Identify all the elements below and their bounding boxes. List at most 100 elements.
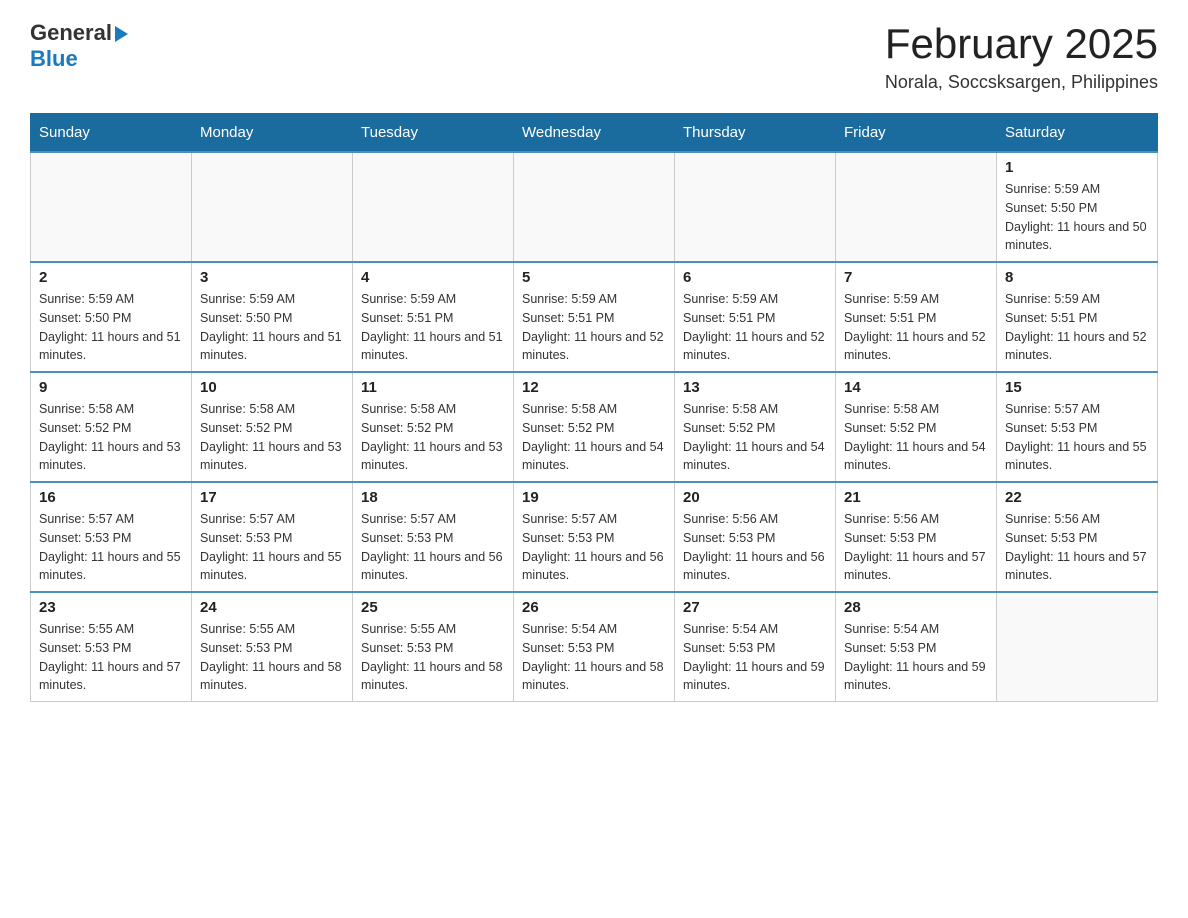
day-info: Sunrise: 5:56 AM Sunset: 5:53 PM Dayligh… bbox=[1005, 510, 1149, 585]
calendar-cell: 25Sunrise: 5:55 AM Sunset: 5:53 PM Dayli… bbox=[353, 592, 514, 702]
calendar-cell: 23 Sunrise: 5:55 AM Sunset: 5:53 PM Dayli… bbox=[31, 592, 192, 702]
day-info: Sunrise: 5:58 AM Sunset: 5:52 PM Dayligh… bbox=[844, 400, 988, 475]
calendar-cell: 6 Sunrise: 5:59 AM Sunset: 5:51 PM Daylig… bbox=[675, 262, 836, 372]
day-info: Sunrise: 5:59 AM Sunset: 5:51 PM Dayligh… bbox=[361, 290, 505, 365]
day-info: Sunrise: 5:58 AM Sunset: 5:52 PM Dayligh… bbox=[683, 400, 827, 475]
calendar-cell: 24 Sunrise: 5:55 AM Sunset: 5:53 PM Dayli… bbox=[192, 592, 353, 702]
calendar-cell: 7 Sunrise: 5:59 AM Sunset: 5:51 PM Daylig… bbox=[836, 262, 997, 372]
day-number: 19 bbox=[522, 489, 666, 506]
calendar-cell: 12 Sunrise: 5:58 AM Sunset: 5:52 PM Dayli… bbox=[514, 372, 675, 482]
day-info: Sunrise: 5:59 AM Sunset: 5:51 PM Dayligh… bbox=[844, 290, 988, 365]
day-number: 24 bbox=[200, 599, 344, 616]
day-number: 21 bbox=[844, 489, 988, 506]
day-info: Sunrise: 5:55 AM Sunset: 5:53 PM Dayligh… bbox=[200, 620, 344, 695]
calendar-cell: 28 Sunrise: 5:54 AM Sunset: 5:53 PM Dayli… bbox=[836, 592, 997, 702]
day-info: Sunrise: 5:58 AM Sunset: 5:52 PM Dayligh… bbox=[522, 400, 666, 475]
day-number: 3 bbox=[200, 269, 344, 286]
calendar-cell: 11 Sunrise: 5:58 AM Sunset: 5:52 PM Dayli… bbox=[353, 372, 514, 482]
day-number: 8 bbox=[1005, 269, 1149, 286]
day-number: 15 bbox=[1005, 379, 1149, 396]
day-info: Sunrise: 5:57 AM Sunset: 5:53 PM Dayligh… bbox=[522, 510, 666, 585]
day-info: Sunrise: 5:59 AM Sunset: 5:50 PM Dayligh… bbox=[200, 290, 344, 365]
calendar-cell: 4 Sunrise: 5:59 AM Sunset: 5:51 PM Daylig… bbox=[353, 262, 514, 372]
day-number: 9 bbox=[39, 379, 183, 396]
day-info: Sunrise: 5:54 AM Sunset: 5:53 PM Dayligh… bbox=[522, 620, 666, 695]
calendar-cell bbox=[353, 152, 514, 262]
day-number: 4 bbox=[361, 269, 505, 286]
days-header-row: SundayMondayTuesdayWednesdayThursdayFrid… bbox=[31, 114, 1158, 153]
day-number: 12 bbox=[522, 379, 666, 396]
calendar-table: SundayMondayTuesdayWednesdayThursdayFrid… bbox=[30, 113, 1158, 702]
logo: General Blue bbox=[30, 20, 128, 72]
calendar-cell: 13 Sunrise: 5:58 AM Sunset: 5:52 PM Dayli… bbox=[675, 372, 836, 482]
month-title: February 2025 bbox=[885, 20, 1158, 68]
calendar-cell: 20 Sunrise: 5:56 AM Sunset: 5:53 PM Dayli… bbox=[675, 482, 836, 592]
day-number: 5 bbox=[522, 269, 666, 286]
calendar-cell: 5Sunrise: 5:59 AM Sunset: 5:51 PM Daylig… bbox=[514, 262, 675, 372]
day-info: Sunrise: 5:58 AM Sunset: 5:52 PM Dayligh… bbox=[39, 400, 183, 475]
day-number: 11 bbox=[361, 379, 505, 396]
calendar-cell: 1Sunrise: 5:59 AM Sunset: 5:50 PM Daylig… bbox=[997, 152, 1158, 262]
day-info: Sunrise: 5:59 AM Sunset: 5:50 PM Dayligh… bbox=[39, 290, 183, 365]
day-info: Sunrise: 5:58 AM Sunset: 5:52 PM Dayligh… bbox=[361, 400, 505, 475]
day-header-saturday: Saturday bbox=[997, 114, 1158, 153]
calendar-cell: 22 Sunrise: 5:56 AM Sunset: 5:53 PM Dayli… bbox=[997, 482, 1158, 592]
calendar-cell bbox=[997, 592, 1158, 702]
day-header-monday: Monday bbox=[192, 114, 353, 153]
day-info: Sunrise: 5:54 AM Sunset: 5:53 PM Dayligh… bbox=[683, 620, 827, 695]
day-info: Sunrise: 5:59 AM Sunset: 5:51 PM Dayligh… bbox=[1005, 290, 1149, 365]
logo-blue-text: Blue bbox=[30, 46, 78, 71]
day-info: Sunrise: 5:59 AM Sunset: 5:51 PM Dayligh… bbox=[683, 290, 827, 365]
day-number: 13 bbox=[683, 379, 827, 396]
day-number: 18 bbox=[361, 489, 505, 506]
day-number: 20 bbox=[683, 489, 827, 506]
day-number: 6 bbox=[683, 269, 827, 286]
day-number: 16 bbox=[39, 489, 183, 506]
page-header: General Blue February 2025 Norala, Soccs… bbox=[30, 20, 1158, 93]
day-number: 23 bbox=[39, 599, 183, 616]
location-title: Norala, Soccsksargen, Philippines bbox=[885, 72, 1158, 93]
day-info: Sunrise: 5:54 AM Sunset: 5:53 PM Dayligh… bbox=[844, 620, 988, 695]
day-info: Sunrise: 5:57 AM Sunset: 5:53 PM Dayligh… bbox=[1005, 400, 1149, 475]
calendar-cell: 9 Sunrise: 5:58 AM Sunset: 5:52 PM Daylig… bbox=[31, 372, 192, 482]
week-row-5: 23 Sunrise: 5:55 AM Sunset: 5:53 PM Dayli… bbox=[31, 592, 1158, 702]
day-number: 28 bbox=[844, 599, 988, 616]
calendar-cell: 8 Sunrise: 5:59 AM Sunset: 5:51 PM Daylig… bbox=[997, 262, 1158, 372]
day-header-sunday: Sunday bbox=[31, 114, 192, 153]
day-number: 25 bbox=[361, 599, 505, 616]
calendar-cell: 3 Sunrise: 5:59 AM Sunset: 5:50 PM Daylig… bbox=[192, 262, 353, 372]
calendar-cell: 15 Sunrise: 5:57 AM Sunset: 5:53 PM Dayli… bbox=[997, 372, 1158, 482]
day-number: 7 bbox=[844, 269, 988, 286]
day-number: 27 bbox=[683, 599, 827, 616]
day-info: Sunrise: 5:59 AM Sunset: 5:50 PM Dayligh… bbox=[1005, 180, 1149, 255]
calendar-cell bbox=[514, 152, 675, 262]
title-section: February 2025 Norala, Soccsksargen, Phil… bbox=[885, 20, 1158, 93]
day-info: Sunrise: 5:55 AM Sunset: 5:53 PM Dayligh… bbox=[39, 620, 183, 695]
day-number: 26 bbox=[522, 599, 666, 616]
calendar-cell: 16 Sunrise: 5:57 AM Sunset: 5:53 PM Dayli… bbox=[31, 482, 192, 592]
day-number: 14 bbox=[844, 379, 988, 396]
day-info: Sunrise: 5:58 AM Sunset: 5:52 PM Dayligh… bbox=[200, 400, 344, 475]
day-number: 17 bbox=[200, 489, 344, 506]
calendar-cell: 27 Sunrise: 5:54 AM Sunset: 5:53 PM Dayli… bbox=[675, 592, 836, 702]
day-info: Sunrise: 5:56 AM Sunset: 5:53 PM Dayligh… bbox=[844, 510, 988, 585]
logo-general-text: General bbox=[30, 20, 112, 46]
calendar-cell: 19 Sunrise: 5:57 AM Sunset: 5:53 PM Dayli… bbox=[514, 482, 675, 592]
day-header-tuesday: Tuesday bbox=[353, 114, 514, 153]
calendar-cell: 2 Sunrise: 5:59 AM Sunset: 5:50 PM Daylig… bbox=[31, 262, 192, 372]
calendar-cell bbox=[836, 152, 997, 262]
calendar-cell bbox=[31, 152, 192, 262]
calendar-cell bbox=[192, 152, 353, 262]
day-number: 22 bbox=[1005, 489, 1149, 506]
day-info: Sunrise: 5:57 AM Sunset: 5:53 PM Dayligh… bbox=[361, 510, 505, 585]
week-row-1: 1Sunrise: 5:59 AM Sunset: 5:50 PM Daylig… bbox=[31, 152, 1158, 262]
day-number: 2 bbox=[39, 269, 183, 286]
week-row-4: 16 Sunrise: 5:57 AM Sunset: 5:53 PM Dayli… bbox=[31, 482, 1158, 592]
day-info: Sunrise: 5:57 AM Sunset: 5:53 PM Dayligh… bbox=[39, 510, 183, 585]
calendar-cell: 10Sunrise: 5:58 AM Sunset: 5:52 PM Dayli… bbox=[192, 372, 353, 482]
calendar-cell: 26 Sunrise: 5:54 AM Sunset: 5:53 PM Dayli… bbox=[514, 592, 675, 702]
calendar-cell: 18 Sunrise: 5:57 AM Sunset: 5:53 PM Dayli… bbox=[353, 482, 514, 592]
day-header-thursday: Thursday bbox=[675, 114, 836, 153]
day-info: Sunrise: 5:56 AM Sunset: 5:53 PM Dayligh… bbox=[683, 510, 827, 585]
day-info: Sunrise: 5:57 AM Sunset: 5:53 PM Dayligh… bbox=[200, 510, 344, 585]
